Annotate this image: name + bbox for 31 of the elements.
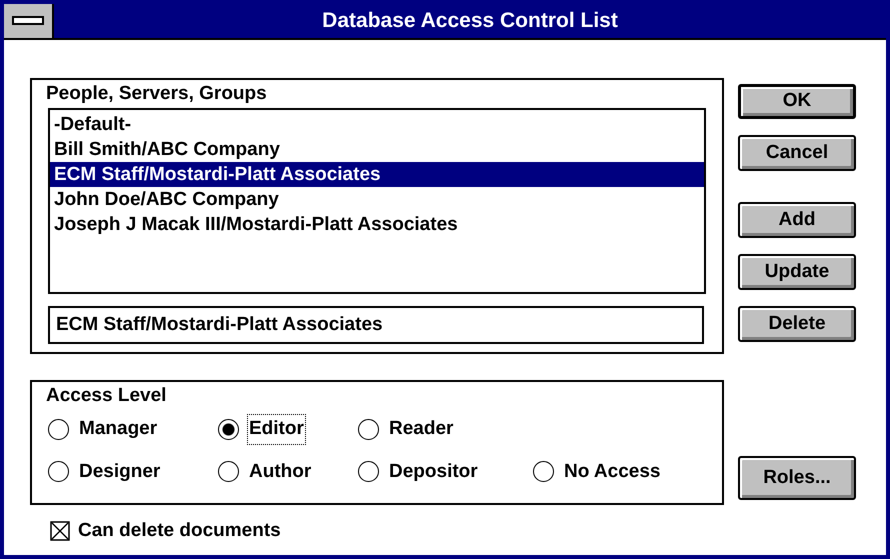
radio-label: Reader [388, 417, 454, 441]
list-item[interactable]: ECM Staff/Mostardi-Platt Associates [50, 162, 704, 187]
window-title: Database Access Control List [321, 8, 619, 34]
radio-button[interactable] [358, 418, 379, 440]
checkbox-label: Can delete documents [78, 519, 281, 543]
radio-button[interactable] [48, 461, 69, 482]
dialog-button[interactable]: Cancel [738, 135, 856, 171]
list-item[interactable]: Bill Smith/ABC Company [50, 137, 704, 162]
radio-label: No Access [563, 460, 662, 484]
radio-label: Manager [78, 417, 158, 441]
checkbox[interactable] [50, 521, 70, 542]
radio-button[interactable] [48, 418, 69, 440]
radio-label: Designer [78, 460, 162, 484]
list-item[interactable]: Joseph J Macak III/Mostardi-Platt Associates [50, 212, 704, 237]
radio-label: Editor [247, 414, 306, 444]
dialog-button[interactable]: Update [738, 254, 856, 290]
radio-label: Author [248, 460, 312, 484]
radio-button[interactable] [358, 461, 379, 482]
list-item[interactable]: -Default- [50, 112, 704, 137]
radio-button[interactable] [218, 418, 239, 440]
radio-button[interactable] [533, 461, 554, 482]
dialog-button[interactable]: Delete [738, 306, 856, 342]
list-item[interactable]: John Doe/ABC Company [50, 187, 704, 212]
roles-button[interactable]: Roles... [738, 456, 856, 500]
name-field[interactable]: ECM Staff/Mostardi-Platt Associates [48, 306, 704, 344]
radio-label: Depositor [388, 460, 479, 484]
system-menu-button[interactable] [4, 4, 54, 38]
radio-button[interactable] [218, 461, 239, 482]
dialog-button[interactable]: Add [738, 202, 856, 238]
dash-icon [12, 16, 44, 26]
dialog-button[interactable]: OK [738, 84, 856, 119]
